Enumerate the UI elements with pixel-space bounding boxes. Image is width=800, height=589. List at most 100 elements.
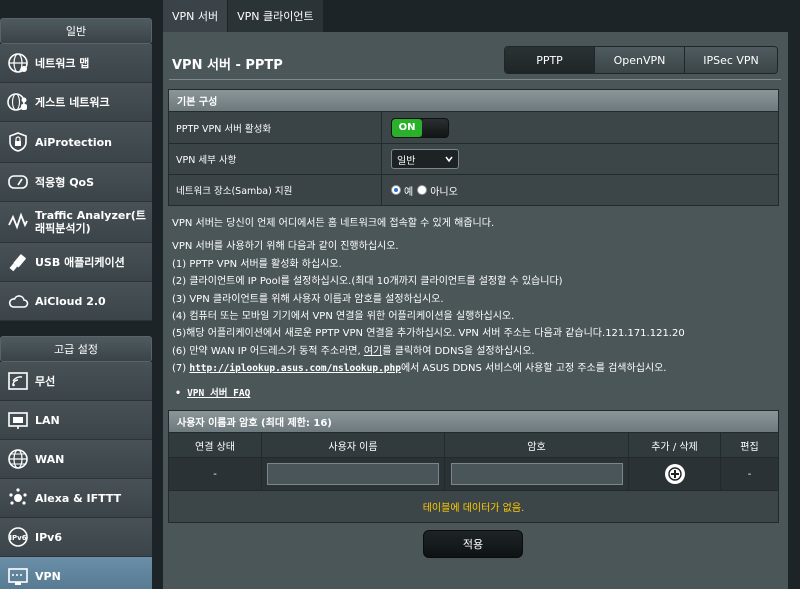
sidebar-item-label: 게스트 네트워크 <box>35 95 110 109</box>
input-status: - <box>169 458 262 490</box>
users-table-columns: 연결 상태 사용자 이름 암호 추가 / 삭제 편집 <box>169 432 778 457</box>
step7-text-a: (7) <box>172 363 190 375</box>
enable-cell: ON <box>382 112 778 143</box>
sidebar-header-general: 일반 <box>0 18 152 44</box>
samba-yes-radio[interactable] <box>391 185 401 195</box>
vpn-tabs: VPN 서버 VPN 클라이언트 <box>163 0 324 32</box>
speedometer-icon <box>6 170 30 194</box>
sidebar-item-vpn[interactable]: VPN <box>0 557 152 589</box>
add-cell <box>629 458 721 490</box>
main-panel: VPN 서버 - PPTP PPTP OpenVPN IPSec VPN 기본 … <box>163 32 788 589</box>
vpn-type-selector: PPTP OpenVPN IPSec VPN <box>504 46 778 74</box>
users-input-row: - - <box>169 457 778 490</box>
details-row: VPN 세부 사항 일반 <box>169 143 778 174</box>
sidebar-group-general: 네트워크 맵 게스트 네트워크 AiProtection 적응형 QoS Tra… <box>0 44 152 321</box>
sidebar-group-advanced: 무선 LAN WAN Alexa & IFTTT IPv6 IPv6 VPN <box>0 362 152 589</box>
samba-cell: 예 아니오 <box>382 175 778 205</box>
apply-button[interactable]: 적용 <box>423 530 523 558</box>
sidebar-item-aiprotection[interactable]: AiProtection <box>0 122 152 163</box>
lan-icon <box>6 408 30 432</box>
sidebar-item-label: AiCloud 2.0 <box>35 294 106 308</box>
sidebar-item-wan[interactable]: WAN <box>0 440 152 479</box>
sidebar-item-lan[interactable]: LAN <box>0 401 152 440</box>
sidebar-item-ipv6[interactable]: IPv6 IPv6 <box>0 518 152 557</box>
sidebar-item-label: Traffic Analyzer(트래픽분석기) <box>35 209 146 235</box>
vpn-faq-link[interactable]: VPN 서버 FAQ <box>187 388 250 399</box>
desc-step-5: (5)해당 어플리케이션에서 새로운 PPTP VPN 연결을 추가하십시오. … <box>172 328 685 340</box>
password-input[interactable] <box>450 463 623 485</box>
sidebar-item-label: LAN <box>35 413 60 427</box>
pptp-enable-toggle[interactable]: ON <box>391 117 449 138</box>
empty-table-message: 테이블에 데이터가 없음. <box>169 490 778 522</box>
col-add-delete: 추가 / 삭제 <box>629 433 721 457</box>
sidebar-item-usb-application[interactable]: USB 애플리케이션 <box>0 243 152 282</box>
samba-row: 네트워크 장소(Samba) 지원 예 아니오 <box>169 174 778 205</box>
ddns-here-link[interactable]: 여기 <box>364 346 382 357</box>
sidebar-item-network-map[interactable]: 네트워크 맵 <box>0 44 152 83</box>
users-table: 사용자 이름과 암호 (최대 제한: 16) 연결 상태 사용자 이름 암호 추… <box>168 410 779 523</box>
input-edit: - <box>747 468 752 480</box>
desc-step-2: (2) 클라이언트에 IP Pool를 설정하십시오.(최대 10개까지 클라이… <box>172 276 563 288</box>
sidebar-item-traffic-analyzer[interactable]: Traffic Analyzer(트래픽분석기) <box>0 202 152 243</box>
title-divider <box>169 79 781 80</box>
desc-step-4: (4) 컴퓨터 또는 모바일 기기에서 VPN 연결을 위한 어플리케이션을 실… <box>172 310 515 322</box>
desc-step-7: (7) http://iplookup.asus.com/nslookup.ph… <box>172 360 782 377</box>
shield-lock-icon <box>6 130 30 154</box>
wireless-icon <box>6 369 30 393</box>
sidebar-item-guest-network[interactable]: 게스트 네트워크 <box>0 83 152 122</box>
segment-ipsec-vpn[interactable]: IPSec VPN <box>685 47 777 73</box>
username-cell <box>262 458 445 490</box>
vpn-icon <box>6 564 30 588</box>
username-input[interactable] <box>267 463 439 485</box>
step6-text-a: (6) 만약 WAN IP 어드레스가 동적 주소라면, <box>172 345 364 357</box>
sidebar-item-adaptive-qos[interactable]: 적응형 QoS <box>0 163 152 202</box>
sidebar-item-label: 무선 <box>35 374 56 388</box>
segment-openvpn[interactable]: OpenVPN <box>595 47 685 73</box>
sidebar-item-label: USB 애플리케이션 <box>35 255 125 269</box>
enable-row: PPTP VPN 서버 활성화 ON <box>169 111 778 143</box>
toggle-knob <box>422 118 448 137</box>
sidebar-item-label: Alexa & IFTTT <box>35 491 122 505</box>
users-table-header: 사용자 이름과 암호 (최대 제한: 16) <box>169 411 778 432</box>
desc-step-1: (1) PPTP VPN 서버를 활성화 하십시오. <box>172 258 342 270</box>
sidebar-item-alexa-ifttt[interactable]: Alexa & IFTTT <box>0 479 152 518</box>
sidebar-item-label: 네트워크 맵 <box>35 56 90 70</box>
sidebar-item-label: AiProtection <box>35 135 112 149</box>
select-value: 일반 <box>397 155 416 167</box>
col-status: 연결 상태 <box>169 433 262 457</box>
guest-network-icon <box>6 90 30 114</box>
toggle-on-label: ON <box>392 118 422 137</box>
basic-config-table: 기본 구성 PPTP VPN 서버 활성화 ON VPN 세부 사항 일반 네트… <box>168 89 779 206</box>
svg-text:IPv6: IPv6 <box>9 534 26 542</box>
vpn-details-select[interactable]: 일반 <box>391 149 459 169</box>
tab-vpn-server[interactable]: VPN 서버 <box>163 0 229 32</box>
col-edit: 편집 <box>740 441 759 453</box>
desc-step-6: (6) 만약 WAN IP 어드레스가 동적 주소라면, 여기를 클릭하여 DD… <box>172 343 782 360</box>
desc-step-3: (3) VPN 클라이언트를 위해 사용자 이름과 암호를 설정하십시오. <box>172 293 444 305</box>
tab-vpn-client[interactable]: VPN 클라이언트 <box>228 0 324 32</box>
samba-no-label: 아니오 <box>430 186 458 198</box>
sidebar-item-aicloud[interactable]: AiCloud 2.0 <box>0 282 152 321</box>
samba-no-radio[interactable] <box>417 185 428 195</box>
cloud-icon <box>6 289 30 313</box>
ipv6-icon: IPv6 <box>6 525 30 549</box>
step7-text-b: 에서 ASUS DDNS 서비스에 사용할 고정 주소를 검색하십시오. <box>400 363 667 375</box>
page-title: VPN 서버 - PPTP <box>172 58 283 73</box>
bullet-icon: • <box>175 388 182 399</box>
step6-text-b: 를 클릭하여 DDNS을 설정하십시오. <box>382 345 535 357</box>
segment-pptp[interactable]: PPTP <box>505 47 595 73</box>
sidebar-item-label: VPN <box>35 569 61 583</box>
iplookup-link[interactable]: http://iplookup.asus.com/nslookup.php <box>189 363 401 374</box>
network-map-icon <box>6 51 30 75</box>
sidebar-item-wireless[interactable]: 무선 <box>0 362 152 401</box>
chevron-down-icon <box>445 154 453 165</box>
sidebar-item-label: IPv6 <box>35 530 62 544</box>
samba-label: 네트워크 장소(Samba) 지원 <box>169 175 382 205</box>
col-password: 암호 <box>445 433 629 457</box>
usb-icon <box>6 250 30 274</box>
add-user-button[interactable] <box>664 464 685 484</box>
alexa-icon <box>6 486 30 510</box>
sidebar: 일반 네트워크 맵 게스트 네트워크 AiProtection 적응형 QoS … <box>0 0 152 589</box>
details-label: VPN 세부 사항 <box>169 144 382 174</box>
traffic-wave-icon <box>6 210 30 234</box>
